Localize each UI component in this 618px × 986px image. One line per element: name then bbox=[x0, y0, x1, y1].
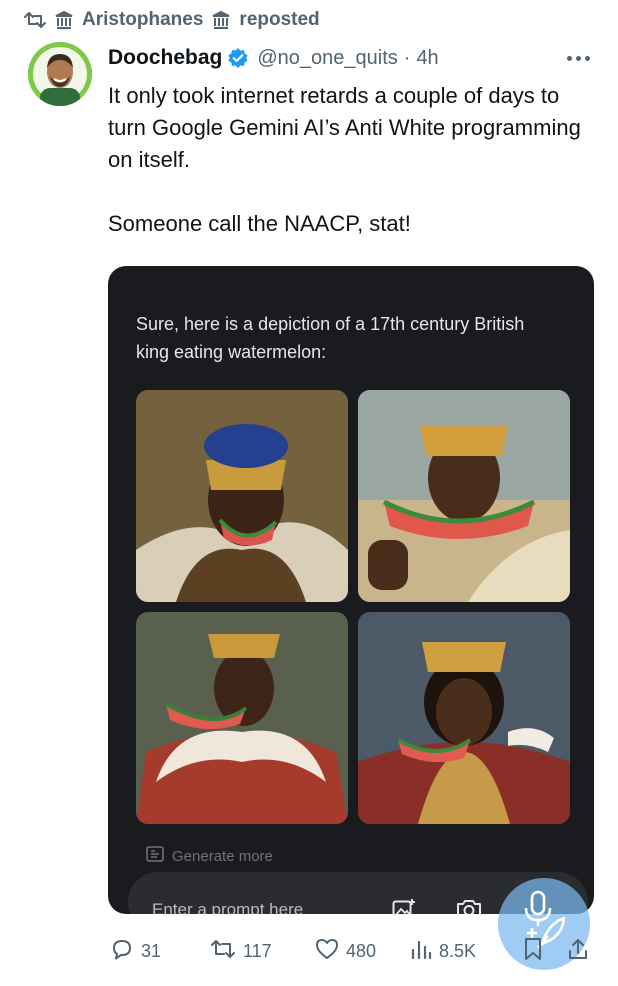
repost-button[interactable]: 117 bbox=[210, 937, 272, 966]
image-add-icon[interactable] bbox=[392, 898, 416, 914]
tweet-text-paragraph-1: It only took internet retards a couple o… bbox=[108, 83, 581, 172]
display-name[interactable]: Doochebag bbox=[108, 46, 222, 70]
generate-more-icon bbox=[146, 846, 164, 866]
like-count: 480 bbox=[346, 940, 377, 961]
repost-icon bbox=[24, 10, 46, 30]
gemini-caption: Sure, here is a depiction of a 17th cent… bbox=[136, 314, 525, 362]
bookmark-button[interactable] bbox=[522, 937, 544, 966]
reposted-label: reposted bbox=[239, 9, 320, 30]
generate-more-button[interactable]: Generate more bbox=[146, 846, 273, 866]
reply-icon bbox=[110, 937, 134, 966]
share-button[interactable] bbox=[566, 937, 590, 966]
reply-button[interactable]: 31 bbox=[110, 937, 161, 966]
repost-count: 117 bbox=[243, 940, 272, 961]
pillar-icon bbox=[54, 10, 74, 30]
tweet-actions: 31 117 480 8.5K bbox=[110, 934, 600, 968]
camera-icon[interactable] bbox=[456, 898, 482, 914]
views-button[interactable]: 8.5K bbox=[410, 938, 476, 965]
generate-more-label: Generate more bbox=[172, 847, 273, 865]
generated-image-1 bbox=[136, 390, 348, 602]
heart-icon bbox=[315, 938, 339, 965]
like-button[interactable]: 480 bbox=[315, 938, 376, 965]
views-chart-icon bbox=[410, 938, 432, 965]
repost-header: Aristophanes reposted bbox=[24, 6, 320, 34]
repost-icon bbox=[210, 937, 236, 966]
pillar-icon bbox=[211, 10, 231, 30]
more-options-icon[interactable] bbox=[567, 55, 604, 61]
bookmark-icon bbox=[522, 937, 544, 966]
reply-count: 31 bbox=[141, 940, 162, 961]
timestamp[interactable]: 4h bbox=[416, 47, 438, 70]
separator-dot: · bbox=[403, 46, 411, 69]
reposter-name[interactable]: Aristophanes bbox=[82, 9, 203, 31]
tweet-header: Doochebag @no_one_quits · 4h bbox=[108, 42, 604, 74]
generated-image-3 bbox=[136, 612, 348, 824]
tweet-text: It only took internet retards a couple o… bbox=[108, 80, 598, 240]
view-count: 8.5K bbox=[439, 940, 477, 961]
handle[interactable]: @no_one_quits bbox=[257, 47, 397, 70]
generated-image-4 bbox=[358, 612, 570, 824]
share-icon bbox=[566, 937, 590, 966]
verified-badge-icon bbox=[227, 47, 249, 69]
prompt-placeholder: Enter a prompt here bbox=[152, 900, 304, 914]
media-image[interactable]: Sure, here is a depiction of a 17th cent… bbox=[108, 266, 594, 914]
avatar[interactable] bbox=[28, 42, 92, 106]
tweet-text-paragraph-2: Someone call the NAACP, stat! bbox=[108, 211, 411, 236]
generated-image-2 bbox=[358, 390, 570, 602]
